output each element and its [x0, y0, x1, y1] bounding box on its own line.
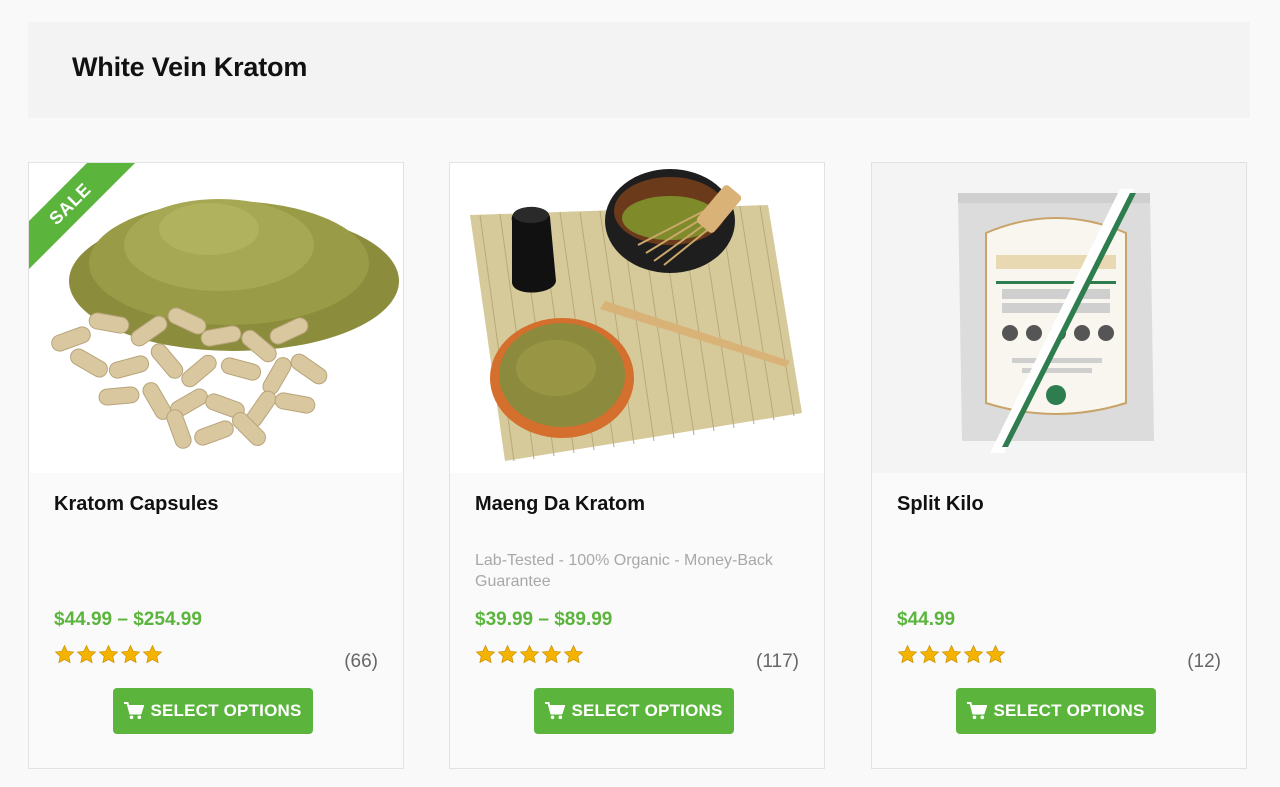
- product-price: $44.99: [897, 609, 956, 630]
- star-icon: [941, 644, 962, 668]
- select-options-button[interactable]: SELECT OPTIONS: [956, 688, 1156, 734]
- star-icon: [98, 644, 119, 668]
- star-icon: [563, 644, 584, 668]
- product-image[interactable]: [872, 163, 1246, 473]
- star-icon: [497, 644, 518, 668]
- star-rating: [475, 644, 584, 668]
- review-count: (12): [1187, 651, 1221, 672]
- powder-bowl-on-bamboo-mat-image: [450, 163, 824, 473]
- star-icon: [142, 644, 163, 668]
- product-image[interactable]: [450, 163, 824, 473]
- star-icon: [985, 644, 1006, 668]
- star-rating: [54, 644, 163, 668]
- star-rating: [897, 644, 1006, 668]
- kratom-bag-split-image: [872, 163, 1246, 473]
- product-grid: SALE Kratom Capsules $44.99 – $254.99 (6…: [28, 162, 1250, 769]
- select-options-label: SELECT OPTIONS: [571, 701, 723, 720]
- select-options-label: SELECT OPTIONS: [993, 701, 1145, 720]
- star-icon: [120, 644, 141, 668]
- product-card: Maeng Da Kratom Lab-Tested - 100% Organi…: [449, 162, 825, 769]
- product-card: Split Kilo $44.99 (12) SELECT OPTIONS: [871, 162, 1247, 769]
- star-icon: [897, 644, 918, 668]
- category-header: White Vein Kratom: [28, 22, 1250, 118]
- star-icon: [475, 644, 496, 668]
- star-icon: [919, 644, 940, 668]
- review-count: (117): [756, 651, 799, 672]
- product-card: SALE Kratom Capsules $44.99 – $254.99 (6…: [28, 162, 404, 769]
- star-icon: [519, 644, 540, 668]
- product-name[interactable]: Kratom Capsules: [54, 493, 219, 516]
- product-price: $44.99 – $254.99: [54, 609, 202, 630]
- cart-icon: [967, 702, 988, 720]
- star-icon: [76, 644, 97, 668]
- product-name[interactable]: Split Kilo: [897, 493, 984, 516]
- cart-icon: [545, 702, 566, 720]
- select-options-button[interactable]: SELECT OPTIONS: [113, 688, 313, 734]
- star-icon: [54, 644, 75, 668]
- product-name[interactable]: Maeng Da Kratom: [475, 493, 645, 516]
- star-icon: [963, 644, 984, 668]
- product-price: $39.99 – $89.99: [475, 609, 613, 630]
- page-title: White Vein Kratom: [72, 52, 308, 82]
- product-description: Lab-Tested - 100% Organic - Money-Back G…: [475, 552, 773, 590]
- star-icon: [541, 644, 562, 668]
- select-options-label: SELECT OPTIONS: [150, 701, 302, 720]
- review-count: (66): [344, 651, 378, 672]
- select-options-button[interactable]: SELECT OPTIONS: [534, 688, 734, 734]
- cart-icon: [124, 702, 145, 720]
